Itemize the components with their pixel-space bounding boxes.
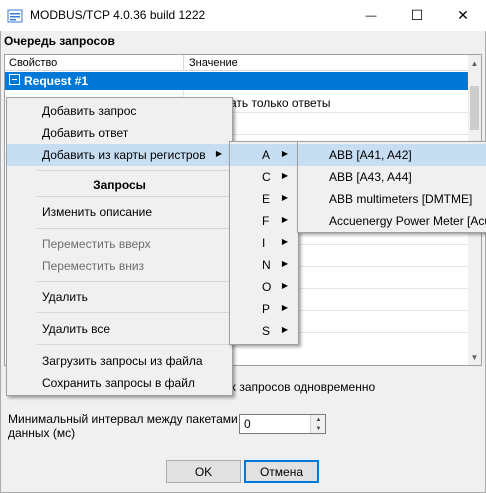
devices-submenu: ABB [A41, A42] ABB [A43, A44] ABB multim… bbox=[297, 141, 486, 233]
menu-header-label: Запросы bbox=[93, 178, 146, 192]
submenu-arrow-icon: ▶ bbox=[281, 149, 288, 158]
submenu-arrow-icon: ▶ bbox=[281, 325, 288, 334]
menu-item-label: Удалить все bbox=[42, 322, 111, 336]
letters-submenu: A ▶ C ▶ E ▶ F ▶ I ▶ N ▶ O ▶ P ▶ S ▶ bbox=[229, 141, 299, 345]
menu-item-label: Переместить вверх bbox=[42, 237, 151, 251]
simultaneous-requests-checkbox-label[interactable]: х запросов одновременно bbox=[230, 380, 375, 394]
scroll-thumb[interactable] bbox=[470, 86, 479, 130]
request-label: Request #1 bbox=[24, 74, 89, 88]
ok-button[interactable]: OK bbox=[166, 460, 241, 483]
collapse-icon[interactable] bbox=[9, 74, 20, 85]
scroll-up-icon[interactable]: ▲ bbox=[468, 55, 481, 71]
menu-item-load-from-file[interactable]: Загрузить запросы из файла bbox=[7, 350, 232, 372]
submenu-arrow-icon: ▶ bbox=[281, 281, 288, 290]
request-row-selected[interactable]: Request #1 bbox=[5, 72, 468, 90]
menu-item-label: Загрузить запросы из файла bbox=[42, 354, 203, 368]
submenu-item-label: ABB [A41, A42] bbox=[329, 148, 412, 162]
submenu-item-label: O bbox=[262, 280, 272, 294]
submenu-arrow-icon: ▶ bbox=[281, 259, 288, 268]
menu-item-move-down[interactable]: Переместить вниз bbox=[7, 255, 232, 277]
scroll-down-icon[interactable]: ▼ bbox=[468, 349, 481, 365]
minimize-button[interactable]: — bbox=[348, 0, 394, 31]
menu-item-label: Добавить ответ bbox=[42, 126, 129, 140]
menu-separator bbox=[37, 196, 230, 197]
submenu-item-letter-p[interactable]: P ▶ bbox=[230, 298, 298, 320]
menu-item-label: Переместить вниз bbox=[42, 259, 145, 273]
submenu-arrow-icon: ▶ bbox=[281, 303, 288, 312]
submenu-item-letter-a[interactable]: A ▶ bbox=[230, 144, 298, 166]
submenu-item-label: E bbox=[262, 192, 271, 206]
submenu-item-device[interactable]: ABB [A41, A42] bbox=[298, 144, 486, 166]
submenu-item-device[interactable]: Accuenergy Power Meter [Acu bbox=[298, 210, 486, 232]
context-menu: Добавить запрос Добавить ответ Добавить … bbox=[6, 97, 233, 396]
submenu-item-letter-e[interactable]: E ▶ bbox=[230, 188, 298, 210]
menu-item-move-up[interactable]: Переместить вверх bbox=[7, 233, 232, 255]
interval-spinner[interactable]: ▲ ▼ bbox=[310, 415, 325, 433]
submenu-arrow-icon: ▶ bbox=[281, 215, 288, 224]
maximize-button[interactable]: ☐ bbox=[394, 0, 440, 31]
submenu-item-label: ABB multimeters [DMTME] bbox=[329, 192, 473, 206]
cancel-button[interactable]: Отмена bbox=[244, 460, 319, 483]
submenu-item-label: ABB [A43, A44] bbox=[329, 170, 412, 184]
group-title: Очередь запросов bbox=[4, 34, 115, 48]
menu-item-label: Сохранить запросы в файл bbox=[42, 376, 195, 390]
menu-item-label: Добавить запрос bbox=[42, 104, 137, 118]
min-interval-label: Минимальный интервал между пакетами данн… bbox=[8, 412, 238, 440]
submenu-item-label: Accuenergy Power Meter [Acu bbox=[329, 214, 486, 228]
app-icon bbox=[7, 9, 23, 23]
menu-separator bbox=[37, 281, 230, 282]
column-header-property[interactable]: Свойство bbox=[9, 57, 57, 69]
minimize-icon: — bbox=[365, 9, 377, 22]
menu-separator bbox=[37, 312, 230, 313]
submenu-item-label: A bbox=[262, 148, 271, 162]
submenu-arrow-icon: ▶ bbox=[281, 237, 288, 246]
submenu-item-label: C bbox=[262, 170, 271, 184]
submenu-arrow-icon: ▶ bbox=[281, 171, 288, 180]
submenu-item-label: F bbox=[262, 214, 270, 228]
window-title: MODBUS/TCP 4.0.36 build 1222 bbox=[30, 8, 206, 22]
column-header-value[interactable]: Значение bbox=[189, 57, 238, 69]
menu-item-delete[interactable]: Удалить bbox=[7, 286, 232, 308]
menu-item-add-from-register-map[interactable]: Добавить из карты регистров ▶ bbox=[7, 144, 232, 166]
menu-item-add-response[interactable]: Добавить ответ bbox=[7, 122, 232, 144]
spin-down-icon[interactable]: ▼ bbox=[311, 424, 326, 433]
grid-value-cell[interactable]: ать только ответы bbox=[230, 96, 330, 110]
close-icon: ✕ bbox=[457, 7, 469, 23]
submenu-item-letter-c[interactable]: C ▶ bbox=[230, 166, 298, 188]
menu-header-requests: Запросы bbox=[7, 174, 232, 196]
submenu-item-label: P bbox=[262, 302, 271, 316]
menu-item-save-to-file[interactable]: Сохранить запросы в файл bbox=[7, 372, 232, 394]
submenu-item-letter-o[interactable]: O ▶ bbox=[230, 276, 298, 298]
submenu-item-letter-i[interactable]: I ▶ bbox=[230, 232, 298, 254]
menu-separator bbox=[37, 344, 230, 345]
submenu-arrow-icon: ▶ bbox=[215, 149, 222, 158]
submenu-arrow-icon: ▶ bbox=[281, 193, 288, 202]
menu-item-delete-all[interactable]: Удалить все bbox=[7, 318, 232, 340]
menu-item-label: Изменить описание bbox=[42, 205, 153, 219]
submenu-item-device[interactable]: ABB multimeters [DMTME] bbox=[298, 188, 486, 210]
submenu-item-letter-f[interactable]: F ▶ bbox=[230, 210, 298, 232]
submenu-item-device[interactable]: ABB [A43, A44] bbox=[298, 166, 486, 188]
close-button[interactable]: ✕ bbox=[440, 0, 486, 31]
submenu-item-label: S bbox=[262, 324, 271, 338]
submenu-item-letter-n[interactable]: N ▶ bbox=[230, 254, 298, 276]
submenu-item-label: N bbox=[262, 258, 271, 272]
submenu-item-letter-s[interactable]: S ▶ bbox=[230, 320, 298, 342]
column-divider[interactable] bbox=[183, 55, 184, 71]
menu-item-add-request[interactable]: Добавить запрос bbox=[7, 100, 232, 122]
maximize-icon: ☐ bbox=[410, 7, 424, 23]
spin-up-icon[interactable]: ▲ bbox=[311, 415, 326, 424]
menu-separator bbox=[37, 170, 230, 171]
menu-item-label: Удалить bbox=[42, 290, 88, 304]
menu-separator bbox=[37, 228, 230, 229]
menu-item-edit-description[interactable]: Изменить описание bbox=[7, 201, 232, 223]
submenu-item-label: I bbox=[262, 236, 266, 250]
menu-item-label: Добавить из карты регистров bbox=[42, 148, 206, 162]
